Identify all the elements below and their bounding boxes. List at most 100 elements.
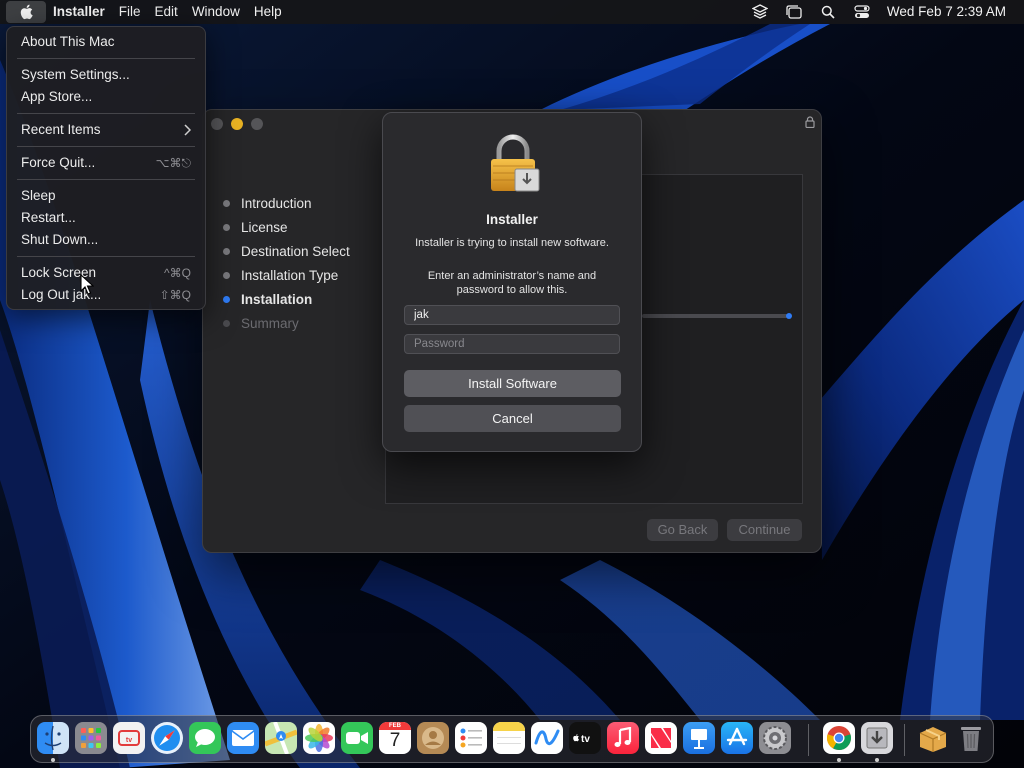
menu-separator	[17, 256, 195, 257]
chevron-right-icon	[184, 124, 191, 136]
step-installation: Installation	[223, 292, 312, 307]
shortcut-label: ⇧⌘Q	[159, 288, 191, 302]
apple-tv-icon[interactable]: tv	[569, 722, 601, 754]
install-software-button[interactable]: Install Software	[404, 370, 621, 397]
menu-item-recent-items[interactable]: Recent Items	[7, 119, 205, 141]
launchpad-icon[interactable]	[75, 722, 107, 754]
authentication-dialog: Installer Installer is trying to install…	[382, 112, 642, 452]
menu-item-shut-down[interactable]: Shut Down...	[7, 229, 205, 251]
shortcut-label: ⌥⌘⎋	[155, 156, 191, 170]
search-icon[interactable]	[811, 0, 845, 24]
cancel-button[interactable]: Cancel	[404, 405, 621, 432]
step-introduction: Introduction	[223, 196, 312, 211]
notes-line	[497, 743, 521, 744]
help-menu[interactable]: Help	[247, 0, 289, 24]
safari-icon[interactable]	[151, 722, 183, 754]
app-store-icon[interactable]	[721, 722, 753, 754]
menu-separator	[17, 179, 195, 180]
chrome-icon[interactable]	[823, 722, 855, 754]
menubar-clock[interactable]: Wed Feb 7 2:39 AM	[879, 0, 1024, 24]
running-indicator	[875, 758, 879, 762]
messages-icon[interactable]	[189, 722, 221, 754]
menu-item-system-settings[interactable]: System Settings...	[7, 64, 205, 86]
keynote-icon[interactable]	[683, 722, 715, 754]
notes-icon[interactable]	[493, 722, 525, 754]
menu-item-force-quit[interactable]: Force Quit... ⌥⌘⎋	[7, 152, 205, 174]
menu-item-lock-screen[interactable]: Lock Screen ^⌘Q	[7, 262, 205, 284]
mail-icon[interactable]	[227, 722, 259, 754]
step-dot	[223, 320, 230, 327]
minimize-window-button[interactable]	[231, 118, 243, 130]
menu-item-app-store[interactable]: App Store...	[7, 86, 205, 108]
apple-menu-button[interactable]	[6, 1, 46, 23]
step-summary: Summary	[223, 316, 299, 331]
photos-icon[interactable]	[303, 722, 335, 754]
package-icon[interactable]	[917, 722, 949, 754]
calendar-icon[interactable]: FEB 7	[379, 722, 411, 754]
app-name-menu[interactable]: Installer	[46, 0, 112, 24]
lock-installer-icon	[491, 134, 540, 192]
password-field[interactable]	[404, 334, 620, 354]
dock-separator	[808, 724, 809, 756]
calendar-day: 7	[389, 730, 401, 751]
step-dot	[223, 272, 230, 279]
progress-bar-end	[786, 313, 792, 319]
notes-header	[493, 722, 525, 731]
step-installation-type: Installation Type	[223, 268, 338, 283]
trash-icon[interactable]	[955, 722, 987, 754]
status-area: Wed Feb 7 2:39 AM	[743, 0, 1024, 24]
running-indicator	[837, 758, 841, 762]
control-center-icon[interactable]	[845, 0, 879, 24]
username-field[interactable]	[404, 305, 620, 325]
progress-bar	[642, 313, 792, 319]
mouse-cursor-icon	[80, 274, 94, 295]
apple-logo-icon	[20, 4, 33, 20]
step-dot	[223, 224, 230, 231]
file-menu[interactable]: File	[112, 0, 148, 24]
notes-line	[497, 737, 521, 738]
step-dot	[223, 200, 230, 207]
calendar-month: FEB	[379, 722, 411, 730]
music-icon[interactable]	[607, 722, 639, 754]
svg-text:tv: tv	[126, 737, 132, 744]
facetime-icon[interactable]	[341, 722, 373, 754]
installer-icon[interactable]	[861, 722, 893, 754]
menu-separator	[17, 58, 195, 59]
menu-item-log-out[interactable]: Log Out jak... ⇧⌘Q	[7, 284, 205, 306]
edit-menu[interactable]: Edit	[148, 0, 185, 24]
shortcut-label: ^⌘Q	[164, 266, 191, 280]
step-dot-active	[223, 296, 230, 303]
finder-icon[interactable]	[37, 722, 69, 754]
continue-button[interactable]: Continue	[727, 519, 802, 541]
maps-icon[interactable]	[265, 722, 297, 754]
menu-item-restart[interactable]: Restart...	[7, 207, 205, 229]
tv-remote-icon[interactable]: tv	[113, 722, 145, 754]
close-window-button[interactable]	[211, 118, 223, 130]
contacts-icon[interactable]	[417, 722, 449, 754]
dock-separator	[904, 724, 905, 756]
running-indicator	[51, 758, 55, 762]
system-settings-icon[interactable]	[759, 722, 791, 754]
news-icon[interactable]	[645, 722, 677, 754]
window-menu[interactable]: Window	[185, 0, 247, 24]
menu-bar: Installer File Edit Window Help Wed Feb …	[0, 0, 1024, 24]
step-destination-select: Destination Select	[223, 244, 350, 259]
menu-separator	[17, 146, 195, 147]
dialog-prompt: Enter an administrator’s name and passwo…	[427, 270, 597, 296]
dialog-title: Installer	[486, 212, 538, 227]
zoom-window-button[interactable]	[251, 118, 263, 130]
menu-separator	[17, 113, 195, 114]
stage-manager-icon[interactable]	[777, 0, 811, 24]
menu-item-sleep[interactable]: Sleep	[7, 185, 205, 207]
freeform-icon[interactable]	[531, 722, 563, 754]
layers-icon[interactable]	[743, 0, 777, 24]
dialog-message: Installer is trying to install new softw…	[415, 237, 609, 249]
apple-menu-dropdown: About This Mac System Settings... App St…	[6, 26, 206, 310]
lock-icon	[805, 116, 815, 128]
reminders-icon[interactable]	[455, 722, 487, 754]
step-dot	[223, 248, 230, 255]
menu-item-about-this-mac[interactable]: About This Mac	[7, 31, 205, 53]
go-back-button[interactable]: Go Back	[647, 519, 718, 541]
dock: tv FEB 7 tv	[30, 715, 994, 763]
step-license: License	[223, 220, 288, 235]
